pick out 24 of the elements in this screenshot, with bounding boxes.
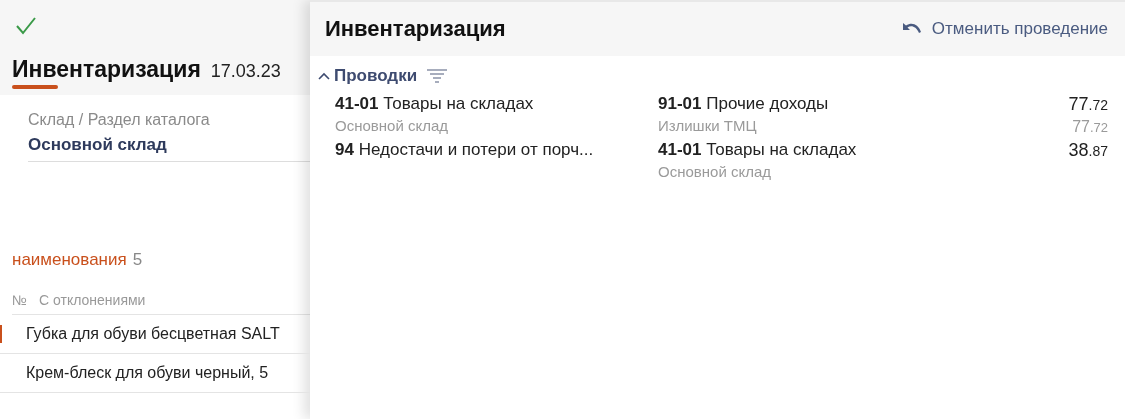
tab-indicator xyxy=(12,85,58,89)
account-name: 91-01 Прочие доходы xyxy=(658,93,829,115)
filter-icon[interactable] xyxy=(427,69,448,83)
cancel-posting-button[interactable]: Отменить проведение xyxy=(901,19,1108,39)
column-header: С отклонениями xyxy=(39,292,146,308)
document-title: Инвентаризация xyxy=(12,56,201,83)
item-name[interactable]: Крем-блеск для обуви черный, 5 xyxy=(26,364,269,382)
section-title: наименования xyxy=(12,250,127,270)
postings-toggle[interactable]: Проводки xyxy=(318,66,418,86)
item-name[interactable]: Губка для обуви бесцветная SALT xyxy=(26,325,280,343)
item-count: 5 xyxy=(132,250,143,270)
amount: 77.72 xyxy=(1068,93,1108,116)
account-name: 41-01 Товары на складах xyxy=(658,139,857,161)
amount: 77.72 xyxy=(1072,117,1108,137)
warehouse-label: Основной склад xyxy=(335,116,448,136)
account-name: 41-01 Товары на складах xyxy=(335,93,534,115)
caret-icon xyxy=(318,72,330,80)
amount: 38.87 xyxy=(1068,139,1108,162)
warehouse-label: Излишки ТМЦ xyxy=(658,116,757,136)
warehouse-label: Основной склад xyxy=(658,162,771,182)
column-header: № xyxy=(12,292,28,308)
panel-title: Инвентаризация xyxy=(325,16,506,42)
account-name: 94 Недостачи и потери от порч... xyxy=(335,139,594,161)
document-date: 17.03.23 xyxy=(210,61,281,82)
